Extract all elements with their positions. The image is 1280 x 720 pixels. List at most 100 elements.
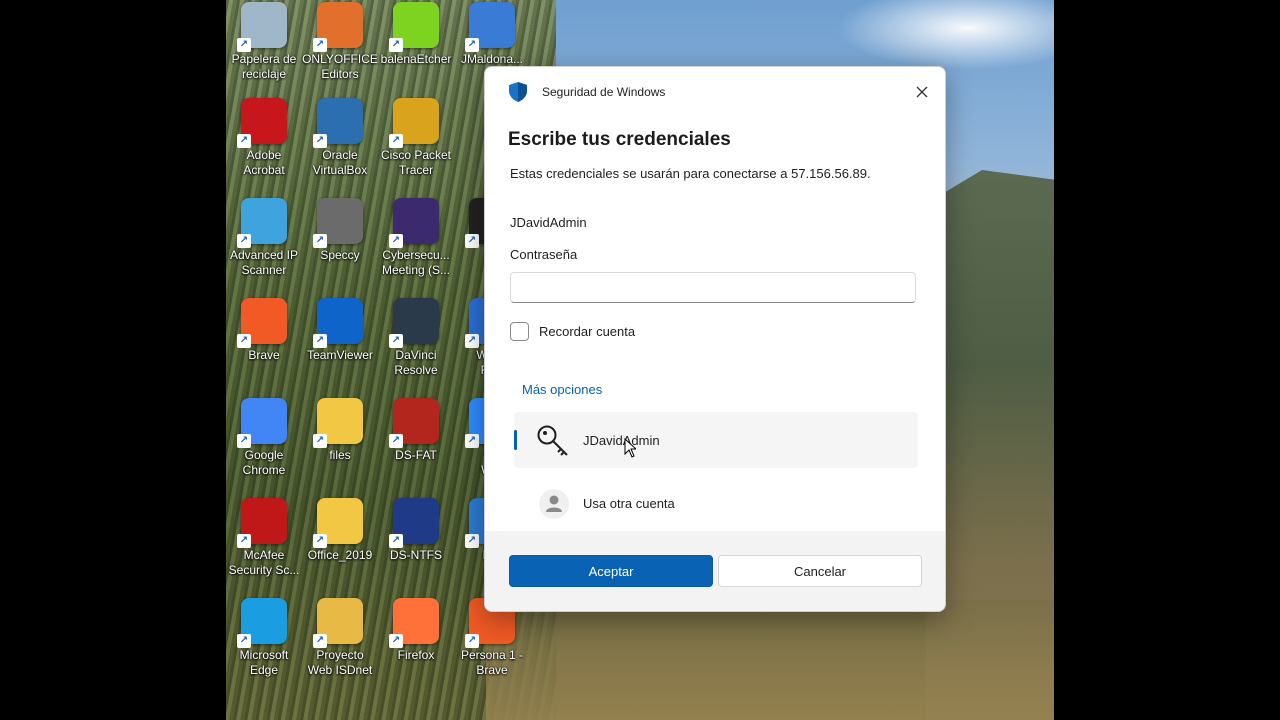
desktop-icon[interactable]: ↗ Microsoft Edge [226, 598, 302, 694]
desktop-icon[interactable]: ↗ McAfee Security Sc... [226, 498, 302, 594]
shortcut-arrow-icon: ↗ [465, 38, 479, 52]
desktop-icon-label: Advanced IP Scanner [229, 248, 299, 277]
shortcut-arrow-icon: ↗ [389, 434, 403, 448]
adobe-acrobat-icon: ↗ [237, 98, 287, 148]
desktop-icon[interactable]: ↗ Cisco Packet Tracer [378, 98, 454, 194]
dialog-description: Estas credenciales se usarán para conect… [510, 166, 871, 181]
shortcut-arrow-icon: ↗ [313, 234, 327, 248]
shortcut-arrow-icon: ↗ [389, 534, 403, 548]
close-button[interactable] [909, 79, 935, 105]
ds-ntfs-icon: ↗ [389, 498, 439, 548]
desktop-icon-label: Papelera de reciclaje [231, 52, 297, 81]
desktop-icon[interactable]: ↗ Brave [226, 298, 302, 394]
desktop-icon[interactable]: ↗ Persona 1 - Brave [454, 598, 530, 694]
windows-security-shield-icon [509, 82, 527, 102]
dialog-footer: Aceptar Cancelar [485, 531, 945, 611]
account-name: Usa otra cuenta [583, 496, 675, 511]
davinci-resolve-icon: ↗ [389, 298, 439, 348]
desktop-icon-label: Brave [248, 348, 280, 362]
dialog-heading: Escribe tus credenciales [508, 129, 731, 150]
desktop-icon-label: Office_2019 [307, 548, 373, 562]
username-label: JDavidAdmin [510, 215, 587, 230]
desktop-icon[interactable]: ↗ TeamViewer [302, 298, 378, 394]
desktop-icon[interactable]: ↗ Speccy [302, 198, 378, 294]
wallpaper-cloud [836, 0, 1054, 70]
account-name: JDavidAdmin [583, 433, 660, 448]
shortcut-arrow-icon: ↗ [313, 434, 327, 448]
desktop-icon-label: DS-FAT [395, 448, 437, 462]
desktop-icon[interactable]: ↗ files [302, 398, 378, 494]
shortcut-arrow-icon: ↗ [389, 234, 403, 248]
shortcut-arrow-icon: ↗ [465, 634, 479, 648]
remember-account-checkbox[interactable] [510, 322, 529, 341]
desktop-icon-label: Cisco Packet Tracer [380, 148, 452, 177]
desktop-icon[interactable]: ↗ DaVinci Resolve [378, 298, 454, 394]
desktop-icon-label: ONLYOFFICE Editors [302, 52, 378, 81]
firefox-icon: ↗ [389, 598, 439, 648]
ip-scanner-icon: ↗ [237, 198, 287, 248]
shortcut-arrow-icon: ↗ [313, 134, 327, 148]
folder-icon: ↗ [313, 498, 363, 548]
desktop-icon-grid: ↗ Papelera de reciclaje ↗ ONLYOFFICE Editor… [226, 0, 526, 720]
shortcut-arrow-icon: ↗ [465, 234, 479, 248]
desktop-icon[interactable]: ↗ ONLYOFFICE Editors [302, 2, 378, 98]
shortcut-arrow-icon: ↗ [313, 634, 327, 648]
shortcut-arrow-icon: ↗ [465, 534, 479, 548]
credentials-dialog: Seguridad de Windows Escribe tus credenc… [484, 66, 946, 612]
teamviewer-icon: ↗ [313, 298, 363, 348]
chrome-icon: ↗ [237, 398, 287, 448]
shortcut-arrow-icon: ↗ [237, 634, 251, 648]
selection-indicator [514, 430, 517, 450]
password-label: Contraseña [510, 247, 578, 262]
remote-desktop-icon: ↗ [465, 2, 515, 52]
account-option-selected[interactable]: JDavidAdmin [514, 412, 918, 468]
more-options-link[interactable]: Más opciones [522, 382, 602, 397]
shortcut-arrow-icon: ↗ [389, 38, 403, 52]
desktop-icon-label: JMaldona... [460, 52, 524, 66]
desktop-icon[interactable]: ↗ Advanced IP Scanner [226, 198, 302, 294]
desktop-icon[interactable]: ↗ Google Chrome [226, 398, 302, 494]
desktop-icon-label: Speccy [320, 248, 360, 262]
shortcut-arrow-icon: ↗ [237, 234, 251, 248]
desktop-icon-label: Cybersecu... Meeting (S... [381, 248, 451, 277]
desktop-icon-label: Google Chrome [242, 448, 286, 477]
shortcut-arrow-icon: ↗ [237, 334, 251, 348]
shortcut-arrow-icon: ↗ [465, 434, 479, 448]
recycle-bin-icon: ↗ [237, 2, 287, 52]
close-icon [916, 86, 928, 98]
desktop-icon[interactable]: ↗ Proyecto Web ISDnet [302, 598, 378, 694]
firefox-icon: ↗ [389, 198, 439, 248]
desktop-icon[interactable]: ↗ Papelera de reciclaje [226, 2, 302, 98]
shortcut-arrow-icon: ↗ [237, 134, 251, 148]
remember-account-label: Recordar cuenta [539, 324, 636, 339]
dialog-title: Seguridad de Windows [542, 85, 666, 99]
folder-icon: ↗ [313, 398, 363, 448]
accept-button[interactable]: Aceptar [509, 555, 713, 587]
desktop-icon[interactable]: ↗ Cybersecu... Meeting (S... [378, 198, 454, 294]
desktop-icon-label: Adobe Acrobat [243, 148, 285, 177]
remember-account-option[interactable]: Recordar cuenta [510, 322, 635, 341]
desktop-icon[interactable]: ↗ Adobe Acrobat [226, 98, 302, 194]
desktop-icon-label: files [329, 448, 351, 462]
desktop-icon-label: Oracle VirtualBox [312, 148, 368, 177]
ds-fat-icon: ↗ [389, 398, 439, 448]
shortcut-arrow-icon: ↗ [313, 38, 327, 52]
desktop-icon-label: TeamViewer [307, 348, 373, 362]
dialog-titlebar: Seguridad de Windows [485, 67, 945, 115]
desktop-icon[interactable]: ↗ Oracle VirtualBox [302, 98, 378, 194]
shortcut-arrow-icon: ↗ [237, 534, 251, 548]
password-input[interactable] [510, 272, 916, 303]
brave-icon: ↗ [237, 298, 287, 348]
account-option-other[interactable]: Usa otra cuenta [514, 475, 918, 531]
desktop-icon-label: balenaEtcher [380, 52, 452, 66]
desktop-icon[interactable]: ↗ balenaEtcher [378, 2, 454, 98]
desktop-icon[interactable]: ↗ Firefox [378, 598, 454, 694]
cancel-button[interactable]: Cancelar [718, 555, 922, 587]
desktop-icon[interactable]: ↗ Office_2019 [302, 498, 378, 594]
desktop-icon[interactable]: ↗ DS-NTFS [378, 498, 454, 594]
desktop-icon[interactable]: ↗ DS-FAT [378, 398, 454, 494]
shortcut-arrow-icon: ↗ [465, 334, 479, 348]
shortcut-arrow-icon: ↗ [389, 634, 403, 648]
desktop-icon-label: DS-NTFS [390, 548, 442, 562]
desktop-icon-label: Firefox [397, 648, 435, 662]
